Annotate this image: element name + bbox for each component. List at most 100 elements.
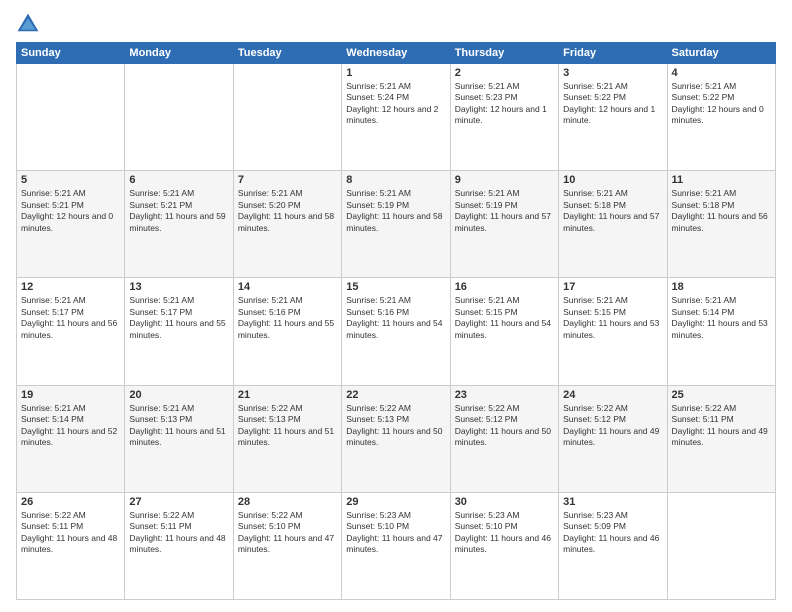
calendar-cell: 24Sunrise: 5:22 AMSunset: 5:12 PMDayligh… [559, 385, 667, 492]
day-info: Sunrise: 5:22 AMSunset: 5:13 PMDaylight:… [238, 403, 337, 449]
day-number: 29 [346, 496, 445, 508]
day-number: 16 [455, 281, 554, 293]
day-number: 14 [238, 281, 337, 293]
calendar-cell: 5Sunrise: 5:21 AMSunset: 5:21 PMDaylight… [17, 171, 125, 278]
day-info: Sunrise: 5:21 AMSunset: 5:14 PMDaylight:… [21, 403, 120, 449]
day-info: Sunrise: 5:21 AMSunset: 5:22 PMDaylight:… [672, 81, 771, 127]
day-number: 2 [455, 67, 554, 79]
calendar-cell: 22Sunrise: 5:22 AMSunset: 5:13 PMDayligh… [342, 385, 450, 492]
calendar-cell: 2 Sunrise: 5:21 AMSunset: 5:23 PMDaylight… [450, 64, 558, 171]
day-number: 25 [672, 389, 771, 401]
weekday-header: Friday [559, 43, 667, 64]
day-number: 3 [563, 67, 662, 79]
calendar-cell: 29 Sunrise: 5:23 AMSunset: 5:10 PMDayligh… [342, 492, 450, 599]
weekday-header: Saturday [667, 43, 775, 64]
day-info: Sunrise: 5:22 AMSunset: 5:10 PMDaylight:… [238, 510, 337, 556]
day-info: Sunrise: 5:21 AMSunset: 5:18 PMDaylight:… [672, 188, 771, 234]
weekday-header: Monday [125, 43, 233, 64]
calendar-cell: 23 Sunrise: 5:22 AMSunset: 5:12 PMDayligh… [450, 385, 558, 492]
day-number: 12 [21, 281, 120, 293]
calendar-cell: 6 Sunrise: 5:21 AMSunset: 5:21 PMDaylight… [125, 171, 233, 278]
calendar-cell: 12 Sunrise: 5:21 AMSunset: 5:17 PMDayligh… [17, 278, 125, 385]
logo [16, 12, 44, 36]
day-number: 18 [672, 281, 771, 293]
calendar-cell: 31Sunrise: 5:23 AMSunset: 5:09 PMDayligh… [559, 492, 667, 599]
calendar-cell: 10 Sunrise: 5:21 AMSunset: 5:18 PMDayligh… [559, 171, 667, 278]
day-info: Sunrise: 5:21 AMSunset: 5:17 PMDaylight:… [129, 295, 228, 341]
day-number: 1 [346, 67, 445, 79]
day-info: Sunrise: 5:21 AMSunset: 5:21 PMDaylight:… [129, 188, 228, 234]
calendar-cell: 27 Sunrise: 5:22 AMSunset: 5:11 PMDayligh… [125, 492, 233, 599]
day-number: 6 [129, 174, 228, 186]
day-number: 10 [563, 174, 662, 186]
calendar-cell: 28 Sunrise: 5:22 AMSunset: 5:10 PMDayligh… [233, 492, 341, 599]
day-info: Sunrise: 5:21 AMSunset: 5:19 PMDaylight:… [346, 188, 445, 234]
calendar-cell: 18 Sunrise: 5:21 AMSunset: 5:14 PMDayligh… [667, 278, 775, 385]
day-info: Sunrise: 5:23 AMSunset: 5:10 PMDaylight:… [346, 510, 445, 556]
calendar-cell [667, 492, 775, 599]
calendar-cell: 11 Sunrise: 5:21 AMSunset: 5:18 PMDayligh… [667, 171, 775, 278]
calendar-cell: 26 Sunrise: 5:22 AMSunset: 5:11 PMDayligh… [17, 492, 125, 599]
calendar-cell: 25 Sunrise: 5:22 AMSunset: 5:11 PMDayligh… [667, 385, 775, 492]
day-number: 20 [129, 389, 228, 401]
weekday-header: Thursday [450, 43, 558, 64]
calendar-cell: 30 Sunrise: 5:23 AMSunset: 5:10 PMDayligh… [450, 492, 558, 599]
calendar-cell: 9Sunrise: 5:21 AMSunset: 5:19 PMDaylight… [450, 171, 558, 278]
day-number: 22 [346, 389, 445, 401]
day-info: Sunrise: 5:21 AMSunset: 5:23 PMDaylight:… [455, 81, 554, 127]
day-info: Sunrise: 5:22 AMSunset: 5:11 PMDaylight:… [129, 510, 228, 556]
day-info: Sunrise: 5:22 AMSunset: 5:11 PMDaylight:… [672, 403, 771, 449]
calendar-cell: 3 Sunrise: 5:21 AMSunset: 5:22 PMDaylight… [559, 64, 667, 171]
day-info: Sunrise: 5:21 AMSunset: 5:17 PMDaylight:… [21, 295, 120, 341]
day-info: Sunrise: 5:23 AMSunset: 5:10 PMDaylight:… [455, 510, 554, 556]
day-info: Sunrise: 5:21 AMSunset: 5:24 PMDaylight:… [346, 81, 445, 127]
calendar-cell [125, 64, 233, 171]
day-info: Sunrise: 5:22 AMSunset: 5:12 PMDaylight:… [455, 403, 554, 449]
day-number: 27 [129, 496, 228, 508]
calendar-cell [233, 64, 341, 171]
calendar-cell: 1 Sunrise: 5:21 AMSunset: 5:24 PMDaylight… [342, 64, 450, 171]
weekday-row: SundayMondayTuesdayWednesdayThursdayFrid… [17, 43, 776, 64]
day-info: Sunrise: 5:22 AMSunset: 5:11 PMDaylight:… [21, 510, 120, 556]
weekday-header: Sunday [17, 43, 125, 64]
calendar-cell: 14Sunrise: 5:21 AMSunset: 5:16 PMDayligh… [233, 278, 341, 385]
day-number: 9 [455, 174, 554, 186]
calendar-week-row: 1 Sunrise: 5:21 AMSunset: 5:24 PMDaylight… [17, 64, 776, 171]
calendar-cell: 16 Sunrise: 5:21 AMSunset: 5:15 PMDayligh… [450, 278, 558, 385]
day-number: 30 [455, 496, 554, 508]
calendar-cell: 4Sunrise: 5:21 AMSunset: 5:22 PMDaylight… [667, 64, 775, 171]
weekday-header: Tuesday [233, 43, 341, 64]
calendar: SundayMondayTuesdayWednesdayThursdayFrid… [16, 42, 776, 600]
calendar-week-row: 5Sunrise: 5:21 AMSunset: 5:21 PMDaylight… [17, 171, 776, 278]
day-info: Sunrise: 5:21 AMSunset: 5:16 PMDaylight:… [346, 295, 445, 341]
day-number: 24 [563, 389, 662, 401]
day-number: 11 [672, 174, 771, 186]
calendar-cell: 19 Sunrise: 5:21 AMSunset: 5:14 PMDayligh… [17, 385, 125, 492]
day-number: 19 [21, 389, 120, 401]
day-number: 23 [455, 389, 554, 401]
day-number: 13 [129, 281, 228, 293]
calendar-cell: 8Sunrise: 5:21 AMSunset: 5:19 PMDaylight… [342, 171, 450, 278]
day-number: 17 [563, 281, 662, 293]
day-info: Sunrise: 5:21 AMSunset: 5:14 PMDaylight:… [672, 295, 771, 341]
day-info: Sunrise: 5:21 AMSunset: 5:22 PMDaylight:… [563, 81, 662, 127]
day-info: Sunrise: 5:21 AMSunset: 5:13 PMDaylight:… [129, 403, 228, 449]
calendar-week-row: 26 Sunrise: 5:22 AMSunset: 5:11 PMDayligh… [17, 492, 776, 599]
day-number: 26 [21, 496, 120, 508]
calendar-week-row: 19 Sunrise: 5:21 AMSunset: 5:14 PMDayligh… [17, 385, 776, 492]
day-number: 28 [238, 496, 337, 508]
day-info: Sunrise: 5:21 AMSunset: 5:21 PMDaylight:… [21, 188, 120, 234]
day-info: Sunrise: 5:21 AMSunset: 5:18 PMDaylight:… [563, 188, 662, 234]
day-number: 21 [238, 389, 337, 401]
calendar-cell: 7 Sunrise: 5:21 AMSunset: 5:20 PMDaylight… [233, 171, 341, 278]
day-info: Sunrise: 5:21 AMSunset: 5:15 PMDaylight:… [563, 295, 662, 341]
day-info: Sunrise: 5:21 AMSunset: 5:15 PMDaylight:… [455, 295, 554, 341]
logo-icon [16, 12, 40, 36]
calendar-cell [17, 64, 125, 171]
day-number: 7 [238, 174, 337, 186]
calendar-cell: 21 Sunrise: 5:22 AMSunset: 5:13 PMDayligh… [233, 385, 341, 492]
day-number: 31 [563, 496, 662, 508]
calendar-body: 1 Sunrise: 5:21 AMSunset: 5:24 PMDaylight… [17, 64, 776, 600]
calendar-cell: 20 Sunrise: 5:21 AMSunset: 5:13 PMDayligh… [125, 385, 233, 492]
day-info: Sunrise: 5:21 AMSunset: 5:20 PMDaylight:… [238, 188, 337, 234]
